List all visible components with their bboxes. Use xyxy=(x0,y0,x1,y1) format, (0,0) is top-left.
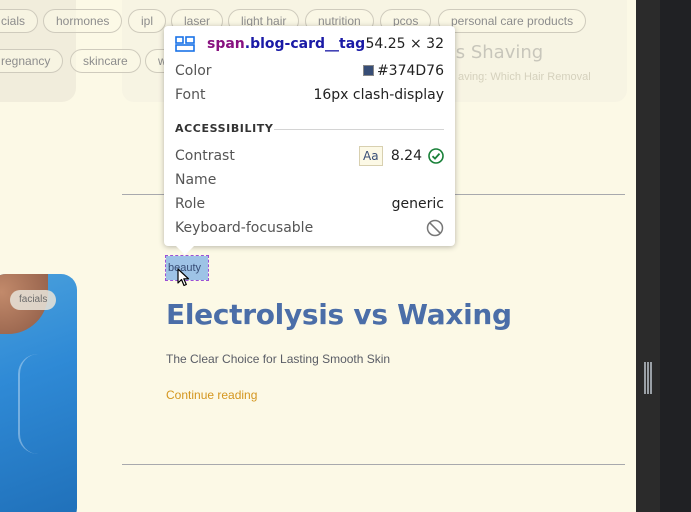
color-value: #374D76 xyxy=(376,63,444,79)
mouse-cursor-icon xyxy=(177,268,190,287)
tag-chip-ipl[interactable]: ipl xyxy=(128,9,167,33)
resize-handle-icon[interactable] xyxy=(644,362,652,394)
role-value: generic xyxy=(391,196,444,212)
blog-card-subtitle: The Clear Choice for Lasting Smooth Skin xyxy=(166,352,391,366)
image-tag-badge[interactable]: facials xyxy=(10,290,57,310)
blog-card-title[interactable]: Electrolysis vs Waxing xyxy=(166,298,512,331)
devtools-panel-edge xyxy=(636,0,691,512)
inspect-element-tooltip: span.blog-card__tag 54.25 × 32 Color #37… xyxy=(164,26,455,255)
flex-container-icon xyxy=(175,36,195,52)
tag-chip-personal-care-products[interactable]: personal care products xyxy=(438,9,587,33)
element-size: 54.25 × 32 xyxy=(365,36,444,52)
tag-chip-hormones[interactable]: hormones xyxy=(43,9,123,33)
element-selector: span.blog-card__tag xyxy=(207,36,366,52)
tag-chip-skincare[interactable]: skincare xyxy=(70,49,141,73)
check-circle-icon xyxy=(428,148,444,164)
color-swatch xyxy=(362,65,374,76)
not-focusable-icon xyxy=(426,219,444,237)
section-divider xyxy=(122,464,625,465)
continue-reading-link[interactable]: Continue reading xyxy=(166,388,257,402)
tag-chip-facials[interactable]: cials xyxy=(0,9,39,33)
contrast-value: 8.24 xyxy=(390,148,422,164)
contrast-row: Contrast Aa 8.24 xyxy=(175,145,444,167)
tag-chip-pregnancy[interactable]: regnancy xyxy=(0,49,64,73)
section-divider xyxy=(274,129,444,130)
role-row: Role generic xyxy=(175,193,444,215)
photo-detail xyxy=(18,354,58,454)
contrast-sample: Aa xyxy=(358,146,383,166)
color-row: Color #374D76 xyxy=(175,63,444,79)
accessibility-section-label: ACCESSIBILITY xyxy=(175,122,274,135)
keyboard-focusable-row: Keyboard-focusable xyxy=(175,217,444,239)
tooltip-header: span.blog-card__tag 54.25 × 32 xyxy=(175,33,444,55)
font-value: 16px clash-display xyxy=(313,87,444,103)
previous-blog-subtitle: aving: Which Hair Removal xyxy=(458,71,591,83)
font-row: Font 16px clash-display xyxy=(175,84,444,106)
name-row: Name xyxy=(175,172,217,188)
